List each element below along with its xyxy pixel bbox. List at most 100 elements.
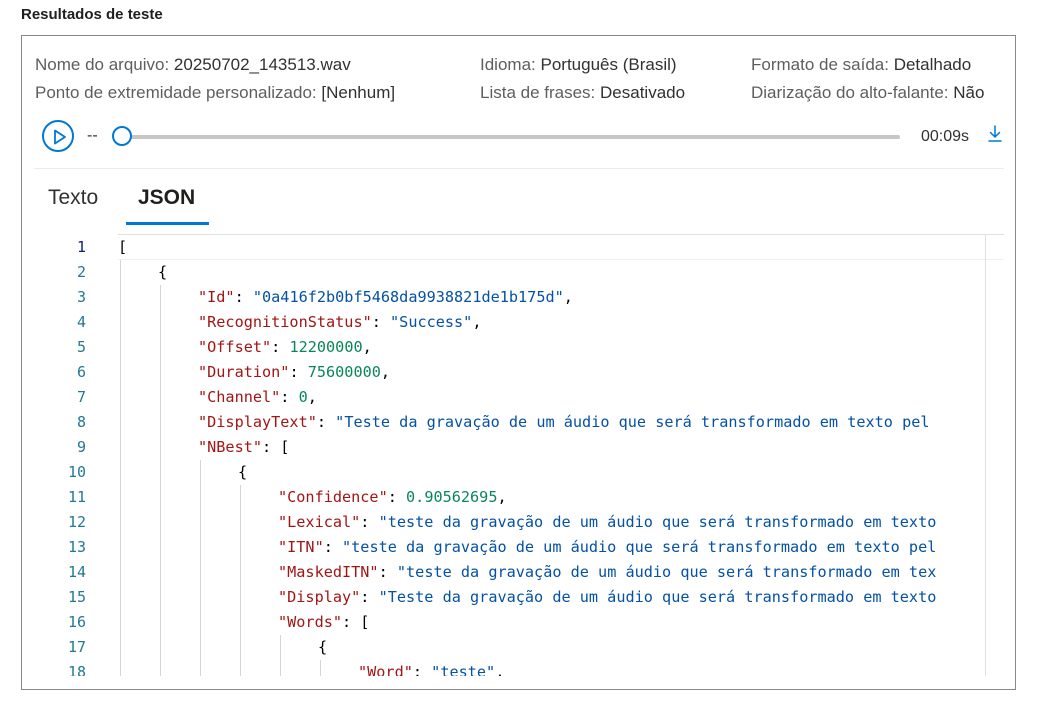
- line-number: 1: [76, 238, 86, 256]
- test-results-panel: Nome do arquivo: 20250702_143513.wav Idi…: [21, 35, 1016, 690]
- line-number: 3: [76, 288, 86, 306]
- code-text: "Offset": 12200000,: [198, 335, 372, 360]
- line-number: 4: [76, 313, 86, 331]
- json-token-key: "NBest": [198, 438, 263, 456]
- phrase-list-value: Desativado: [600, 83, 686, 102]
- json-token-punc: :: [387, 488, 407, 506]
- code-text: "MaskedITN": "teste da gravação de um áu…: [278, 560, 936, 585]
- line-number: 9: [76, 438, 86, 456]
- file-name-value: 20250702_143513.wav: [173, 55, 351, 74]
- json-token-punc: ,: [362, 338, 372, 356]
- download-icon: [988, 125, 1002, 142]
- json-token-punc: {: [158, 263, 168, 281]
- audio-player: -- 00:09s: [42, 120, 1004, 154]
- json-token-punc: :: [412, 663, 432, 676]
- json-token-num: 0: [298, 388, 308, 406]
- code-text: [: [118, 235, 127, 260]
- json-token-key: "Offset": [198, 338, 272, 356]
- line-number: 14: [67, 563, 86, 581]
- line-number: 6: [76, 363, 86, 381]
- phrase-list-label: Lista de frases:: [480, 83, 596, 102]
- code-line: 14 "MaskedITN": "teste da gravação de um …: [34, 560, 1004, 585]
- line-number: 17: [67, 638, 86, 656]
- json-token-key: "Id": [198, 288, 235, 306]
- code-text: {: [158, 260, 167, 285]
- json-token-punc: :: [289, 363, 308, 381]
- json-token-punc: :: [280, 388, 299, 406]
- tab-texto[interactable]: Texto: [48, 186, 98, 210]
- json-token-punc: :: [271, 338, 290, 356]
- json-code-editor[interactable]: 1 [2{ 3 "Id": "0a416f2b0bf5468da9938821de1b…: [34, 234, 1004, 676]
- code-line: 4 "RecognitionStatus": "Success",: [34, 310, 1004, 335]
- code-line: 11 "Confidence": 0.90562695,: [34, 485, 1004, 510]
- code-text: "ITN": "teste da gravação de um áudio qu…: [278, 535, 936, 560]
- language-value: Português (Brasil): [540, 55, 677, 74]
- output-format-value: Detalhado: [893, 55, 972, 74]
- output-format-info: Formato de saída: Detalhado: [751, 55, 971, 75]
- speaker-diarization-info: Diarização do alto-falante: Não: [751, 83, 984, 103]
- code-text: "Display": "Teste da gravação de um áudi…: [278, 585, 936, 610]
- code-text: {: [238, 460, 247, 485]
- json-token-num: 0.90562695: [406, 488, 498, 506]
- json-token-punc: ,: [472, 313, 482, 331]
- json-token-punc: ,: [497, 488, 507, 506]
- code-text: "RecognitionStatus": "Success",: [198, 310, 481, 335]
- file-name-info: Nome do arquivo: 20250702_143513.wav: [35, 55, 351, 75]
- code-line: 2{: [34, 260, 1004, 285]
- seek-slider-thumb[interactable]: [112, 126, 132, 146]
- json-token-punc: :: [234, 288, 253, 306]
- json-token-punc: : [: [262, 438, 290, 456]
- json-token-punc: :: [371, 313, 391, 331]
- section-title: Resultados de teste: [21, 6, 163, 23]
- code-line: 8 "DisplayText": "Teste da gravação de um…: [34, 410, 1004, 435]
- line-number: 13: [67, 538, 86, 556]
- json-token-punc: :: [323, 538, 343, 556]
- seek-track[interactable]: [122, 135, 900, 139]
- json-token-key: "MaskedITN": [278, 563, 379, 581]
- code-text: "Lexical": "teste da gravação de um áudi…: [278, 510, 936, 535]
- language-label: Idioma:: [480, 55, 536, 74]
- json-token-str: "teste da gravação de um áudio que será …: [342, 538, 937, 556]
- code-line: 6 "Duration": 75600000,: [34, 360, 1004, 385]
- play-button[interactable]: [42, 120, 74, 152]
- tab-json[interactable]: JSON: [138, 186, 195, 210]
- code-line: 10 {: [34, 460, 1004, 485]
- json-token-punc: [: [118, 238, 128, 256]
- json-token-key: "RecognitionStatus": [198, 313, 372, 331]
- json-token-punc: :: [316, 413, 336, 431]
- json-token-key: "Lexical": [278, 513, 361, 531]
- json-token-key: "Duration": [198, 363, 290, 381]
- json-token-str: "Teste da gravação de um áudio que será …: [335, 413, 930, 431]
- output-format-label: Formato de saída:: [751, 55, 889, 74]
- json-token-punc: :: [378, 563, 397, 581]
- json-token-str: "teste da gravação de um áudio que será …: [396, 563, 937, 581]
- custom-endpoint-label: Ponto de extremidade personalizado:: [35, 83, 317, 102]
- json-token-punc: ,: [307, 388, 317, 406]
- code-text: "DisplayText": "Teste da gravação de um …: [198, 410, 930, 435]
- line-number: 15: [67, 588, 86, 606]
- json-token-str: "0a416f2b0bf5468da9938821de1b175d": [252, 288, 564, 306]
- code-text: "Words": [: [278, 610, 369, 635]
- file-name-label: Nome do arquivo:: [35, 55, 170, 74]
- play-icon: [54, 129, 66, 145]
- download-button[interactable]: [987, 124, 1003, 149]
- json-token-key: "ITN": [278, 538, 324, 556]
- json-token-key: "Words": [278, 613, 343, 631]
- line-number: 11: [67, 488, 86, 506]
- json-token-str: "teste": [431, 663, 496, 676]
- audio-duration: 00:09s: [921, 128, 970, 145]
- line-number: 7: [76, 388, 86, 406]
- line-number: 12: [67, 513, 86, 531]
- code-text: "Duration": 75600000,: [198, 360, 390, 385]
- json-token-str: "Teste da gravação de um áudio que será …: [378, 588, 937, 606]
- language-info: Idioma: Português (Brasil): [480, 55, 677, 75]
- code-line: 12 "Lexical": "teste da gravação de um áu…: [34, 510, 1004, 535]
- json-token-punc: ,: [495, 663, 505, 676]
- divider: [34, 168, 1004, 169]
- json-token-punc: :: [360, 513, 379, 531]
- line-number: 8: [76, 413, 86, 431]
- line-number: 16: [67, 613, 86, 631]
- json-token-punc: {: [318, 638, 328, 656]
- json-token-key: "DisplayText": [198, 413, 317, 431]
- code-text: "Confidence": 0.90562695,: [278, 485, 507, 510]
